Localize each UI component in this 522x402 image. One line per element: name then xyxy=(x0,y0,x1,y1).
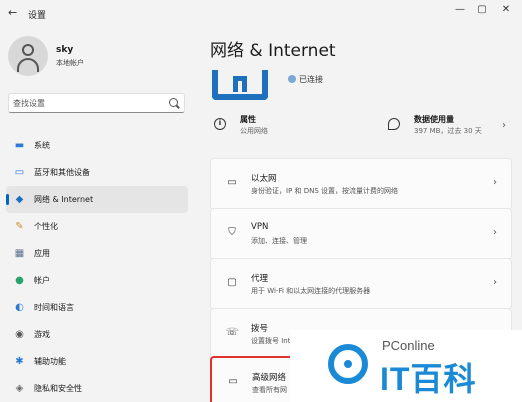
window-title: 设置 xyxy=(28,11,47,21)
chevron-right-icon: › xyxy=(493,177,497,188)
sidebar-item-personalization[interactable]: ✎ 个性化 xyxy=(6,213,188,240)
accessibility-icon: ✱ xyxy=(15,356,24,367)
card-title: 高级网络 xyxy=(252,373,287,383)
minimize-button[interactable]: — xyxy=(450,3,470,17)
ethernet-icon: ▭ xyxy=(227,177,237,188)
card-title: 代理 xyxy=(251,274,269,284)
sidebar-item-privacy[interactable]: ◈ 隐私和安全性 xyxy=(6,375,188,402)
card-description: 查看所有网 xyxy=(252,386,287,394)
watermark-logo: PConline IT百科 xyxy=(290,330,522,402)
gamepad-icon: ◉ xyxy=(15,329,24,340)
sidebar-nav: ▬ 系统 ▭ 蓝牙和其他设备 ◆ 网络 & Internet ✎ 个性化 ▦ 应… xyxy=(6,132,188,402)
chevron-right-icon: › xyxy=(493,277,497,288)
card-title: 以太网 xyxy=(251,174,277,184)
account-icon: ● xyxy=(15,275,24,286)
sidebar-item-label: 辅助功能 xyxy=(34,357,66,366)
apps-icon: ▦ xyxy=(14,248,25,259)
maximize-button[interactable]: ▢ xyxy=(472,3,492,17)
wifi-icon: ◆ xyxy=(15,194,24,205)
user-head-icon xyxy=(22,44,34,56)
globe-clock-icon: ◐ xyxy=(15,302,24,313)
sidebar-item-accounts[interactable]: ● 帐户 xyxy=(6,267,188,294)
sidebar-item-gaming[interactable]: ◉ 游戏 xyxy=(6,321,188,348)
search-icon[interactable] xyxy=(169,98,178,107)
account-type: 本地帐户 xyxy=(56,59,84,67)
search-input[interactable] xyxy=(13,96,163,111)
user-profile[interactable]: sky 本地帐户 xyxy=(8,36,198,82)
sidebar-item-label: 个性化 xyxy=(34,222,58,231)
card-vpn[interactable]: ⛉ VPN 添加、连接、管理 › xyxy=(210,208,512,260)
ethernet-hero-icon xyxy=(212,70,268,104)
sidebar-item-label: 游戏 xyxy=(34,330,50,339)
sidebar-item-network[interactable]: ◆ 网络 & Internet xyxy=(6,186,188,213)
pconline-logo-icon xyxy=(328,344,368,384)
title-bar: ← 设置 — ▢ ✕ xyxy=(0,0,522,28)
sidebar-item-label: 帐户 xyxy=(34,276,50,285)
vpn-shield-icon: ⛉ xyxy=(228,227,236,238)
card-title: VPN xyxy=(251,222,269,232)
dialup-icon: ☏ xyxy=(225,327,239,338)
card-title: 拨号 xyxy=(251,324,269,334)
data-usage-icon xyxy=(388,118,400,130)
page-title: 网络 & Internet xyxy=(210,41,336,61)
sidebar-item-bluetooth[interactable]: ▭ 蓝牙和其他设备 xyxy=(6,159,188,186)
data-usage-label: 数据使用量 xyxy=(414,115,454,124)
network-summary: i 属性 公用网络 数据使用量 397 MB，过去 30 天 › xyxy=(210,114,512,142)
card-description: 用于 Wi-Fi 和以太网连接的代理服务器 xyxy=(251,287,371,295)
globe-icon xyxy=(288,75,296,83)
close-button[interactable]: ✕ xyxy=(496,3,516,17)
data-usage-button[interactable]: 数据使用量 397 MB，过去 30 天 › xyxy=(388,114,512,142)
sidebar-item-time-language[interactable]: ◐ 时间和语言 xyxy=(6,294,188,321)
sidebar-item-accessibility[interactable]: ✱ 辅助功能 xyxy=(6,348,188,375)
brush-icon: ✎ xyxy=(15,221,24,232)
sidebar-item-label: 系统 xyxy=(34,141,50,150)
sidebar-item-label: 网络 & Internet xyxy=(34,195,94,204)
data-usage-value: 397 MB，过去 30 天 xyxy=(414,127,482,135)
card-proxy[interactable]: ▢ 代理 用于 Wi-Fi 和以太网连接的代理服务器 › xyxy=(210,258,512,310)
sidebar-item-label: 隐私和安全性 xyxy=(34,384,82,393)
advanced-network-icon: ▭ xyxy=(228,376,238,387)
shield-icon: ◈ xyxy=(15,383,24,394)
network-type: 公用网络 xyxy=(240,127,268,135)
bluetooth-devices-icon: ▭ xyxy=(14,167,25,178)
card-description: 身份验证，IP 和 DNS 设置，按流量计费的网络 xyxy=(251,187,399,195)
user-body-icon xyxy=(17,58,39,72)
card-ethernet[interactable]: ▭ 以太网 身份验证，IP 和 DNS 设置，按流量计费的网络 › xyxy=(210,158,512,210)
properties-label: 属性 xyxy=(240,115,256,124)
proxy-icon: ▢ xyxy=(227,277,237,288)
back-arrow-icon[interactable]: ← xyxy=(8,7,20,19)
info-icon: i xyxy=(214,118,226,130)
sidebar-item-apps[interactable]: ▦ 应用 xyxy=(6,240,188,267)
connection-status: 已连接 xyxy=(288,74,323,85)
watermark-line2: IT百科 xyxy=(380,361,477,397)
chevron-right-icon: › xyxy=(502,120,506,131)
monitor-icon: ▬ xyxy=(14,140,25,151)
sidebar-item-system[interactable]: ▬ 系统 xyxy=(6,132,188,159)
avatar xyxy=(8,36,48,76)
watermark-line1: PConline xyxy=(382,338,435,353)
search-box[interactable] xyxy=(8,93,185,113)
sidebar-item-label: 蓝牙和其他设备 xyxy=(34,168,90,177)
properties-button[interactable]: i 属性 公用网络 xyxy=(214,114,354,142)
card-description: 添加、连接、管理 xyxy=(251,237,307,245)
user-name: sky xyxy=(56,45,74,55)
sidebar-item-label: 时间和语言 xyxy=(34,303,74,312)
sidebar-item-label: 应用 xyxy=(34,249,50,258)
chevron-right-icon: › xyxy=(493,227,497,238)
